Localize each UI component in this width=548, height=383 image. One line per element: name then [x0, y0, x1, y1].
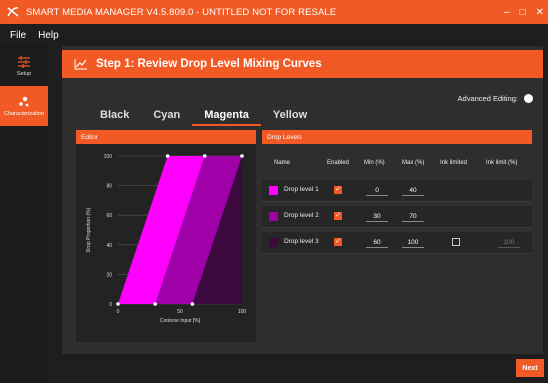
- minimize-button[interactable]: –: [504, 7, 510, 18]
- sidebar-item-label: Setup: [16, 70, 32, 77]
- col-enabled: Enabled: [327, 160, 350, 166]
- chart-line-icon: [74, 59, 87, 70]
- advanced-editing: Advanced Editing:: [458, 94, 533, 103]
- min-input[interactable]: 0: [366, 187, 388, 196]
- enabled-checkbox[interactable]: ✓: [334, 212, 342, 220]
- editor-panel: 0 20 40 60 80 100 0 50 100 Contone Input [%] Drop …: [76, 144, 256, 342]
- drop-levels-header-label: Drop Levels: [267, 133, 302, 141]
- curve-handle: [116, 302, 120, 306]
- menu-bar: File Help: [0, 24, 548, 46]
- max-input[interactable]: 70: [402, 213, 424, 222]
- drop-level-swatch: [269, 212, 278, 221]
- advanced-editing-label: Advanced Editing:: [457, 94, 518, 103]
- y-tick-label: 0: [109, 302, 112, 308]
- sidebar-item-setup[interactable]: Setup: [0, 46, 48, 86]
- editor-header: Editor: [76, 130, 256, 144]
- drop-level-row[interactable]: Drop level 2 ✓ 30 70: [262, 206, 532, 228]
- title-bar: SMART MEDIA MANAGER V4.5.809.0 - UNTITLE…: [0, 0, 548, 24]
- x-axis-label: Contone Input [%]: [160, 318, 201, 324]
- min-input[interactable]: 30: [366, 213, 388, 222]
- col-ink-limit: Ink limit (%): [486, 160, 518, 166]
- y-axis-label: Drop Proportion (%): [86, 207, 92, 252]
- curve-handle: [190, 302, 195, 306]
- drop-level-name: Drop level 3: [284, 238, 319, 245]
- curve-handle: [165, 154, 170, 158]
- col-min: Min (%): [364, 160, 385, 166]
- dots-icon: [19, 96, 29, 106]
- close-button[interactable]: ✕: [536, 7, 544, 18]
- sidebar-item-label: Characterization: [3, 110, 45, 117]
- y-tick-label: 40: [106, 243, 112, 249]
- col-ink-limited: Ink limited: [440, 160, 468, 166]
- main-panel: Step 1: Review Drop Level Mixing Curves …: [62, 46, 543, 354]
- window-title: SMART MEDIA MANAGER V4.5.809.0 - UNTITLE…: [26, 6, 337, 18]
- col-name: Name: [274, 160, 291, 166]
- ink-limited-checkbox[interactable]: [452, 238, 460, 246]
- drop-level-name: Drop level 2: [284, 212, 319, 219]
- tab-magenta[interactable]: Magenta: [192, 109, 261, 126]
- maximize-button[interactable]: □: [520, 7, 526, 18]
- curve-handle: [203, 154, 207, 158]
- y-tick-label: 20: [106, 272, 112, 278]
- app-logo-icon: [7, 7, 19, 17]
- step-title: Step 1: Review Drop Level Mixing Curves: [96, 58, 322, 70]
- drop-level-row[interactable]: Drop level 3 ✓ 60 100 100: [262, 232, 532, 254]
- color-tabs: Black Cyan Magenta Yellow: [88, 109, 319, 126]
- advanced-editing-toggle[interactable]: [524, 94, 533, 103]
- x-tick-label: 0: [117, 309, 120, 315]
- drop-level-row[interactable]: Drop level 1 ✓ 0 40: [262, 180, 532, 202]
- ink-limit-input[interactable]: 100: [498, 239, 520, 248]
- curve-handle: [153, 302, 157, 306]
- drop-levels-header: Drop Levels: [262, 130, 532, 144]
- drop-level-name: Drop level 1: [284, 186, 319, 193]
- x-tick-label: 100: [238, 309, 247, 315]
- menu-file[interactable]: File: [10, 30, 26, 41]
- col-max: Max (%): [402, 160, 425, 166]
- menu-help[interactable]: Help: [38, 30, 59, 41]
- x-tick-label: 50: [177, 309, 183, 315]
- enabled-checkbox[interactable]: ✓: [334, 186, 342, 194]
- drop-level-swatch: [269, 238, 278, 247]
- min-input[interactable]: 60: [366, 239, 388, 248]
- mixing-curve-chart[interactable]: 0 20 40 60 80 100 0 50 100 Contone Input [%] Drop …: [76, 144, 256, 342]
- curve-handle: [240, 154, 244, 158]
- max-input[interactable]: 100: [402, 239, 424, 248]
- step-header: Step 1: Review Drop Level Mixing Curves: [62, 50, 543, 78]
- sliders-icon: [18, 55, 30, 68]
- editor-header-label: Editor: [81, 133, 98, 141]
- next-button[interactable]: Next: [516, 359, 544, 377]
- tab-yellow[interactable]: Yellow: [261, 109, 319, 126]
- window-controls: – □ ✕: [504, 0, 544, 24]
- tab-cyan[interactable]: Cyan: [141, 109, 192, 126]
- max-input[interactable]: 40: [402, 187, 424, 196]
- sidebar: Setup Characterization: [0, 46, 48, 383]
- drop-level-swatch: [269, 186, 278, 195]
- enabled-checkbox[interactable]: ✓: [334, 238, 342, 246]
- sidebar-item-characterization[interactable]: Characterization: [0, 86, 48, 126]
- y-tick-label: 100: [104, 154, 113, 160]
- y-tick-label: 80: [106, 184, 112, 190]
- y-tick-label: 60: [106, 213, 112, 219]
- tab-black[interactable]: Black: [88, 109, 141, 126]
